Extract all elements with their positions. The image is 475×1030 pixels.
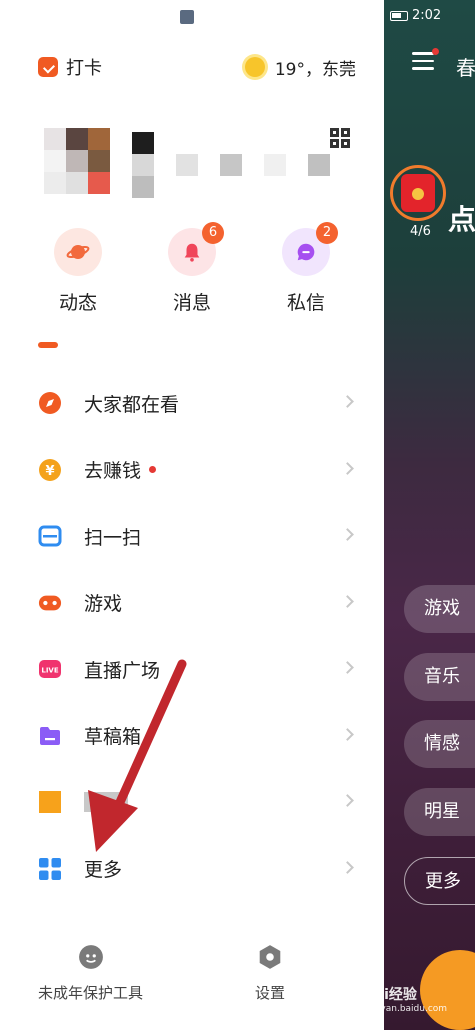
checkin-label: 打卡 bbox=[66, 58, 102, 79]
draft-box-icon bbox=[38, 724, 62, 748]
checkin-button[interactable]: 打卡 bbox=[38, 54, 102, 80]
menu-item-label: 扫一扫 bbox=[84, 526, 142, 549]
menu-item-label: 去赚钱 bbox=[84, 460, 142, 483]
chevron-right-icon bbox=[341, 461, 354, 475]
drawer-topbar: 打卡 19°，东莞 bbox=[38, 54, 356, 80]
quick-action-label: 消息 bbox=[172, 292, 211, 314]
category-chip[interactable]: 音乐 bbox=[404, 653, 475, 701]
side-drawer: 打卡 19°，东莞 动态 6 消息 2 私信 大家都在看 ¥ 去赚钱 扫一扫 游… bbox=[0, 0, 384, 1030]
quick-action-feed[interactable]: 动态 bbox=[30, 228, 126, 315]
notification-dot bbox=[432, 48, 439, 55]
svg-text:¥: ¥ bbox=[45, 464, 54, 479]
unread-badge: 2 bbox=[316, 222, 338, 244]
status-bar: 2:02 bbox=[390, 8, 441, 23]
menu-item-earn[interactable]: ¥ 去赚钱 bbox=[0, 437, 384, 504]
username bbox=[132, 132, 154, 154]
weather-text: 19°，东莞 bbox=[274, 59, 356, 80]
quick-actions: 动态 6 消息 2 私信 bbox=[30, 222, 354, 315]
red-envelope-icon bbox=[401, 174, 435, 212]
menu-item-label: 大家都在看 bbox=[84, 393, 180, 416]
checkin-icon bbox=[38, 57, 58, 77]
category-chip[interactable]: 游戏 bbox=[404, 585, 475, 633]
category-chip[interactable]: 情感 bbox=[404, 720, 475, 768]
quick-action-dm[interactable]: 2 私信 bbox=[258, 222, 354, 315]
menu-item-label: 直播广场 bbox=[84, 659, 161, 682]
unread-badge: 6 bbox=[202, 222, 224, 244]
chevron-right-icon bbox=[341, 528, 354, 541]
avatar bbox=[44, 128, 66, 150]
quick-action-messages[interactable]: 6 消息 bbox=[144, 222, 240, 315]
child-protection-button[interactable]: 未成年保护工具 bbox=[38, 944, 143, 1003]
chevron-right-icon bbox=[341, 661, 354, 674]
menu-item-trending[interactable]: 大家都在看 bbox=[0, 370, 384, 437]
compass-icon bbox=[38, 391, 62, 415]
bottom-label: 设置 bbox=[255, 984, 286, 1002]
chevron-right-icon bbox=[341, 594, 354, 608]
menu-item-drafts[interactable]: 草稿箱 bbox=[0, 703, 384, 770]
partially-hidden-menu-item bbox=[38, 338, 198, 350]
svg-text:LIVE: LIVE bbox=[41, 667, 58, 675]
settings-button[interactable]: 设置 bbox=[255, 944, 285, 1003]
hamburger-menu-icon[interactable] bbox=[412, 52, 434, 70]
profile-area[interactable] bbox=[44, 128, 364, 200]
blurred-label bbox=[84, 792, 128, 813]
drawer-bottom-bar: 未成年保护工具 设置 bbox=[0, 944, 384, 1003]
category-chip[interactable]: 更多 bbox=[404, 857, 475, 905]
watermark: Bai经验 jingyan.baidu.com bbox=[364, 984, 447, 1014]
red-dot-indicator bbox=[149, 466, 157, 474]
yen-coin-icon: ¥ bbox=[38, 458, 62, 482]
grid-icon bbox=[38, 857, 62, 881]
bg-big-text: 点 bbox=[448, 203, 475, 236]
settings-icon bbox=[259, 945, 281, 969]
child-protection-icon bbox=[78, 945, 103, 969]
menu-item-blurred[interactable] bbox=[0, 769, 384, 836]
drawer-menu: 大家都在看 ¥ 去赚钱 扫一扫 游戏 LIVE 直播广场 草稿箱 更多 bbox=[0, 370, 384, 902]
quick-action-label: 动态 bbox=[58, 292, 97, 314]
redpack-count: 4/6 bbox=[410, 224, 431, 239]
menu-item-label: 更多 bbox=[84, 859, 123, 882]
redpack-progress[interactable] bbox=[390, 165, 446, 221]
weather[interactable]: 19°，东莞 bbox=[244, 55, 356, 80]
qr-code-icon[interactable] bbox=[330, 128, 350, 148]
background-app: 2:02 春 4/6 点 游戏 音乐 情感 明星 更多 bbox=[384, 0, 475, 1030]
bottom-label: 未成年保护工具 bbox=[38, 984, 144, 1002]
sun-icon bbox=[244, 57, 265, 77]
scan-icon bbox=[38, 524, 62, 548]
chevron-right-icon bbox=[341, 794, 354, 807]
status-time: 2:02 bbox=[412, 8, 442, 23]
chevron-right-icon bbox=[341, 727, 354, 741]
orange-square-icon bbox=[38, 790, 62, 814]
bg-title: 春 bbox=[456, 56, 475, 80]
watermark-brand: Bai经验 bbox=[364, 987, 417, 1003]
menu-item-scan[interactable]: 扫一扫 bbox=[0, 503, 384, 570]
watermark-url: jingyan.baidu.com bbox=[364, 1004, 448, 1014]
chevron-right-icon bbox=[341, 860, 354, 874]
sim-icon bbox=[180, 10, 194, 24]
gamepad-icon bbox=[38, 591, 62, 615]
menu-item-label: 游戏 bbox=[84, 593, 123, 616]
menu-item-live[interactable]: LIVE 直播广场 bbox=[0, 636, 384, 703]
battery-icon bbox=[390, 10, 408, 21]
menu-item-more[interactable]: 更多 bbox=[0, 836, 384, 903]
planet-icon bbox=[54, 228, 102, 276]
live-icon: LIVE bbox=[38, 657, 62, 681]
menu-item-label: 草稿箱 bbox=[84, 726, 142, 749]
category-chip[interactable]: 明星 bbox=[404, 788, 475, 836]
quick-action-label: 私信 bbox=[286, 292, 325, 314]
chevron-right-icon bbox=[341, 395, 354, 408]
menu-item-games[interactable]: 游戏 bbox=[0, 570, 384, 637]
